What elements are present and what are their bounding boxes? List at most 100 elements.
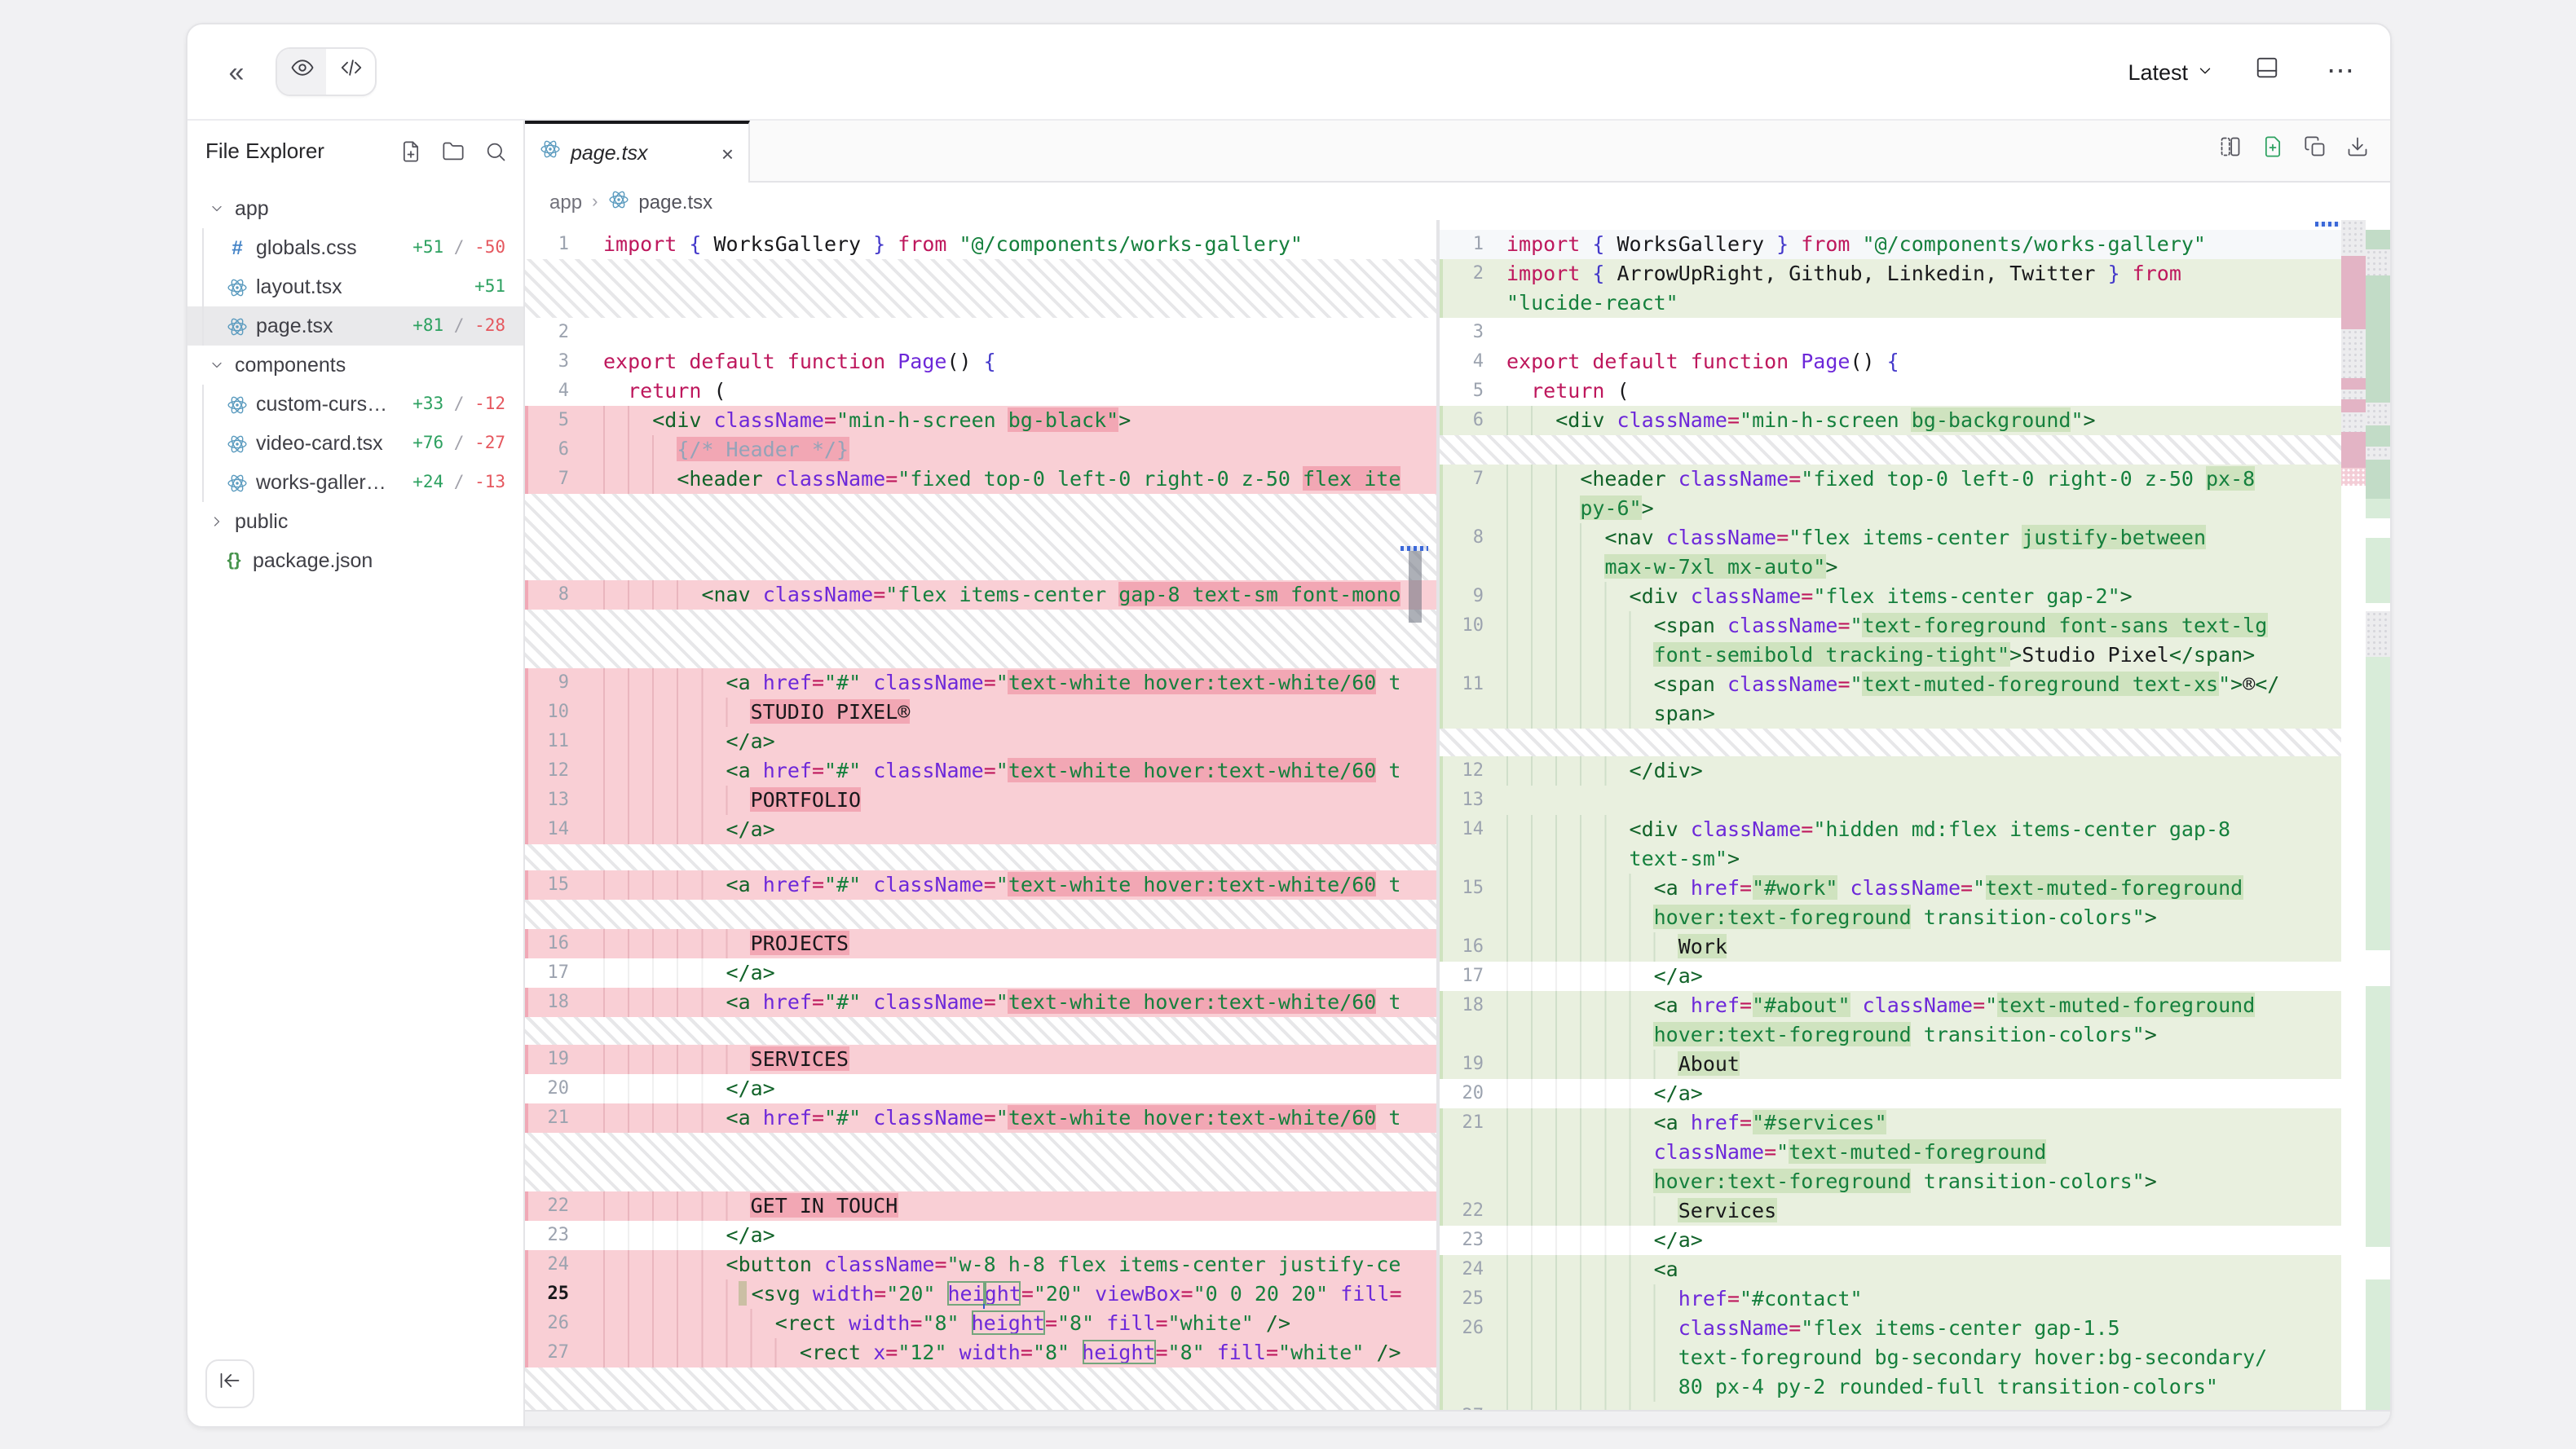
code-line[interactable]: 21 <a href="#" className="text-white hov… bbox=[525, 1103, 1436, 1133]
panel-bottom-button[interactable] bbox=[2243, 49, 2289, 95]
split-diff-icon[interactable] bbox=[2219, 135, 2242, 166]
tab-page-tsx[interactable]: page.tsx × bbox=[525, 121, 750, 183]
code-mode-button[interactable] bbox=[326, 49, 375, 95]
code-line[interactable]: 9 <div className="flex items-center gap-… bbox=[1440, 582, 2390, 611]
code-line[interactable]: 23 </a> bbox=[525, 1221, 1436, 1250]
code-line[interactable]: 17 </a> bbox=[525, 958, 1436, 988]
code-line[interactable]: 19 About bbox=[1440, 1050, 2390, 1079]
tree-item-app[interactable]: app bbox=[187, 189, 523, 228]
code-line[interactable]: 7 <header className="fixed top-0 left-0 … bbox=[525, 465, 1436, 494]
code-line[interactable]: 12 <a href="#" className="text-white hov… bbox=[525, 756, 1436, 786]
code-text: STUDIO PIXEL® bbox=[584, 698, 1436, 727]
code-line[interactable]: 15 <a href="#work" className="text-muted… bbox=[1440, 874, 2390, 903]
tree-item-video-card.tsx[interactable]: video-card.tsx+76 / -27 bbox=[187, 424, 523, 463]
code-line[interactable]: 11 <span className="text-muted-foregroun… bbox=[1440, 670, 2390, 699]
close-icon[interactable]: × bbox=[721, 141, 734, 165]
new-file-icon[interactable] bbox=[399, 139, 422, 162]
code-line[interactable]: 26 className="flex items-center gap-1.5 bbox=[1440, 1314, 2390, 1343]
code-line[interactable]: 25 href="#contact" bbox=[1440, 1284, 2390, 1314]
code-line[interactable]: max-w-7xl mx-auto"> bbox=[1440, 553, 2390, 582]
code-line[interactable]: 23 </a> bbox=[1440, 1226, 2390, 1255]
code-line[interactable]: 15 <a href="#" className="text-white hov… bbox=[525, 870, 1436, 900]
collapse-sidebar-button[interactable] bbox=[205, 1359, 254, 1408]
code-line[interactable]: 5 return ( bbox=[1440, 377, 2390, 406]
code-line[interactable]: 8 <nav className="flex items-center just… bbox=[1440, 523, 2390, 553]
download-icon[interactable] bbox=[2346, 135, 2369, 166]
code-line[interactable]: 10 <span className="text-foreground font… bbox=[1440, 611, 2390, 641]
code-line[interactable]: 8 <nav className="flex items-center gap-… bbox=[525, 580, 1436, 610]
code-line[interactable]: 16 PROJECTS bbox=[525, 929, 1436, 958]
code-line[interactable]: hover:text-foreground transition-colors"… bbox=[1440, 1020, 2390, 1050]
code-line[interactable]: 20 </a> bbox=[525, 1074, 1436, 1103]
code-line[interactable]: 12 </div> bbox=[1440, 756, 2390, 786]
copy-icon[interactable] bbox=[2304, 135, 2327, 166]
tree-item-components[interactable]: components bbox=[187, 346, 523, 385]
code-line[interactable]: className="text-muted-foreground bbox=[1440, 1138, 2390, 1167]
code-line[interactable]: hover:text-foreground transition-colors"… bbox=[1440, 1167, 2390, 1196]
tree-item-works-galler-[interactable]: works-galler…+24 / -13 bbox=[187, 463, 523, 502]
code-line[interactable]: 4 return ( bbox=[525, 377, 1436, 406]
code-line[interactable]: font-semibold tracking-tight">Studio Pix… bbox=[1440, 641, 2390, 670]
code-line[interactable]: span> bbox=[1440, 699, 2390, 729]
code-line[interactable]: text-foreground bg-secondary hover:bg-se… bbox=[1440, 1343, 2390, 1372]
breadcrumb-folder[interactable]: app bbox=[549, 190, 582, 213]
code-line[interactable]: 2 bbox=[525, 318, 1436, 347]
code-line[interactable]: 3 bbox=[1440, 318, 2390, 347]
code-line[interactable]: 6 {/* Header */} bbox=[525, 435, 1436, 465]
breadcrumb-file[interactable]: page.tsx bbox=[638, 190, 712, 213]
diff-pane-before[interactable]: 1import { WorksGallery } from "@/compone… bbox=[525, 220, 1440, 1426]
code-line[interactable]: 9 <a href="#" className="text-white hove… bbox=[525, 668, 1436, 698]
diff-minimap[interactable] bbox=[2341, 220, 2390, 1412]
code-line[interactable]: 4export default function Page() { bbox=[1440, 347, 2390, 377]
code-line[interactable]: 19 SERVICES bbox=[525, 1045, 1436, 1074]
horizontal-scrollbar[interactable] bbox=[525, 1410, 2390, 1426]
preview-mode-button[interactable] bbox=[277, 49, 326, 95]
code-line[interactable]: 22 Services bbox=[1440, 1196, 2390, 1226]
code-line[interactable]: 14 </a> bbox=[525, 815, 1436, 844]
code-line[interactable]: 1import { WorksGallery } from "@/compone… bbox=[525, 230, 1436, 259]
code-text: <rect x="12" width="8" height="8" fill="… bbox=[584, 1338, 1436, 1368]
code-line[interactable]: 14 <div className="hidden md:flex items-… bbox=[1440, 815, 2390, 844]
tree-item-custom-curs-[interactable]: custom-curs…+33 / -12 bbox=[187, 385, 523, 424]
tree-item-page.tsx[interactable]: page.tsx+81 / -28 bbox=[187, 306, 523, 346]
version-dropdown[interactable]: Latest bbox=[2128, 59, 2214, 84]
code-line[interactable]: 10 STUDIO PIXEL® bbox=[525, 698, 1436, 727]
code-line[interactable]: 13 bbox=[1440, 786, 2390, 815]
code-line[interactable]: 13 PORTFOLIO bbox=[525, 786, 1436, 815]
code-line[interactable]: 2import { ArrowUpRight, Github, Linkedin… bbox=[1440, 259, 2390, 288]
search-icon[interactable] bbox=[484, 139, 507, 162]
code-line[interactable]: text-sm"> bbox=[1440, 844, 2390, 874]
code-line[interactable]: 22 GET IN TOUCH bbox=[525, 1191, 1436, 1221]
code-line[interactable]: 16 Work bbox=[1440, 932, 2390, 962]
diff-pane-after[interactable]: 1import { WorksGallery } from "@/compone… bbox=[1440, 220, 2390, 1426]
more-options-button[interactable]: ⋯ bbox=[2318, 49, 2364, 95]
new-folder-icon[interactable] bbox=[442, 139, 465, 162]
code-line[interactable]: 24 <a bbox=[1440, 1255, 2390, 1284]
tree-item-package.json[interactable]: {}package.json bbox=[187, 541, 523, 580]
tree-item-layout.tsx[interactable]: layout.tsx+51 bbox=[187, 267, 523, 306]
code-line[interactable]: hover:text-foreground transition-colors"… bbox=[1440, 903, 2390, 932]
collapse-panel-button[interactable]: « bbox=[214, 49, 259, 95]
code-line[interactable]: 24 <button className="w-8 h-8 flex items… bbox=[525, 1250, 1436, 1279]
code-line[interactable]: 1import { WorksGallery } from "@/compone… bbox=[1440, 230, 2390, 259]
code-line[interactable]: 11 </a> bbox=[525, 727, 1436, 756]
code-line[interactable]: 17 </a> bbox=[1440, 962, 2390, 991]
vertical-scrollbar[interactable] bbox=[1409, 551, 1422, 623]
code-line[interactable]: 21 <a href="#services" bbox=[1440, 1108, 2390, 1138]
code-line[interactable]: 18 <a href="#about" className="text-mute… bbox=[1440, 991, 2390, 1020]
code-line[interactable]: 3export default function Page() { bbox=[525, 347, 1436, 377]
code-line[interactable]: 80 px-4 py-2 rounded-full transition-col… bbox=[1440, 1372, 2390, 1402]
code-line[interactable]: "lucide-react" bbox=[1440, 288, 2390, 318]
file-diff-icon[interactable] bbox=[2261, 135, 2284, 166]
code-line[interactable]: 18 <a href="#" className="text-white hov… bbox=[525, 988, 1436, 1017]
code-line[interactable]: 25 <svg width="20" height="20" viewBox="… bbox=[525, 1279, 1436, 1309]
code-line[interactable]: 5 <div className="min-h-screen bg-black"… bbox=[525, 406, 1436, 435]
code-line[interactable]: 6 <div className="min-h-screen bg-backgr… bbox=[1440, 406, 2390, 435]
tree-item-globals.css[interactable]: #globals.css+51 / -50 bbox=[187, 228, 523, 267]
code-line[interactable]: 7 <header className="fixed top-0 left-0 … bbox=[1440, 465, 2390, 494]
code-line[interactable]: 20 </a> bbox=[1440, 1079, 2390, 1108]
tree-item-public[interactable]: public bbox=[187, 502, 523, 541]
code-line[interactable]: 27 <rect x="12" width="8" height="8" fil… bbox=[525, 1338, 1436, 1368]
code-line[interactable]: py-6"> bbox=[1440, 494, 2390, 523]
code-line[interactable]: 26 <rect width="8" height="8" fill="whit… bbox=[525, 1309, 1436, 1338]
